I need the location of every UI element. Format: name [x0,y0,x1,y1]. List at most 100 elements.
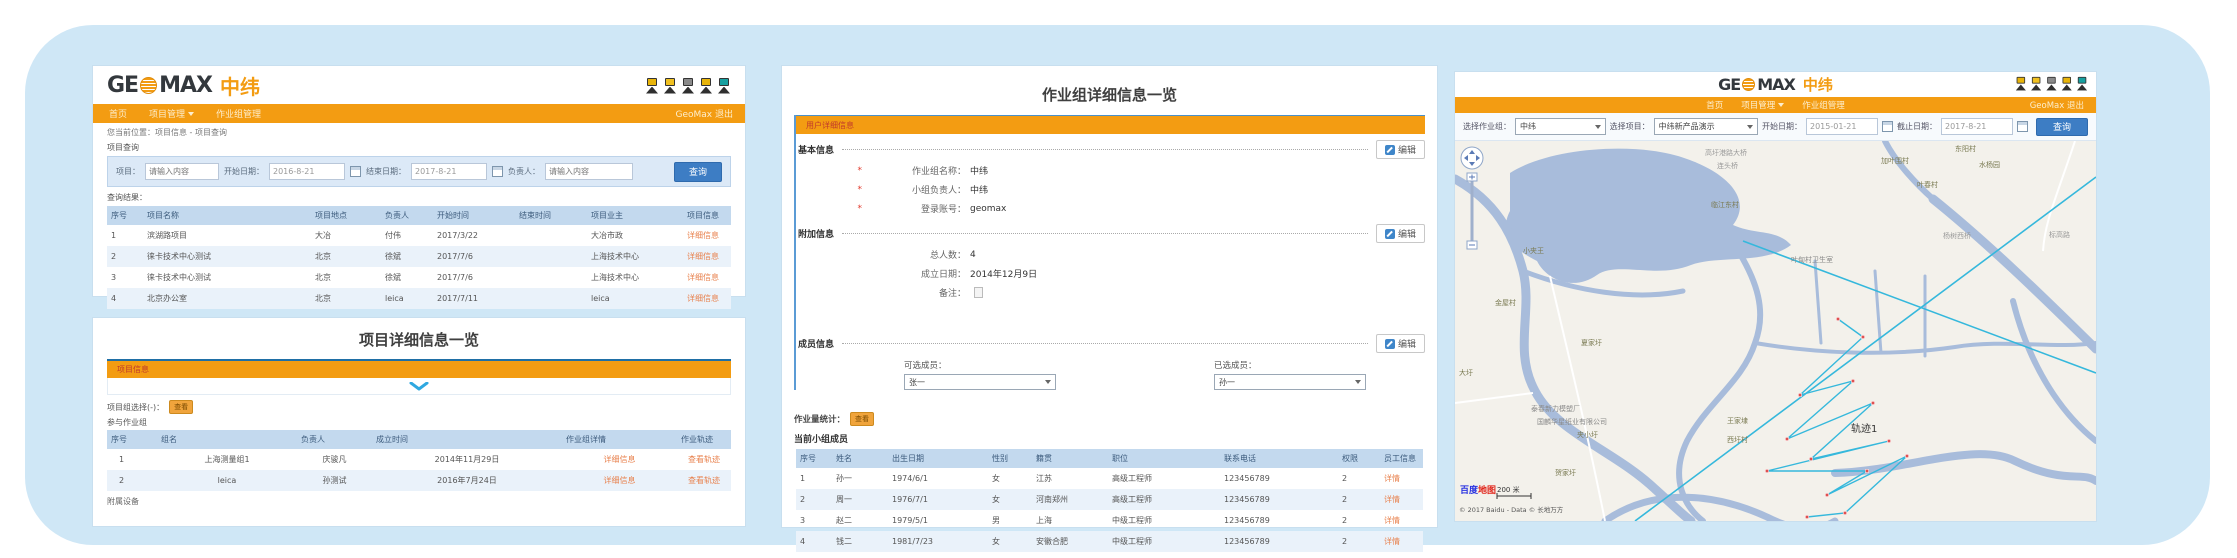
project-label: 项目： [116,166,140,177]
pencil-icon [1385,145,1395,155]
track-point-marker[interactable] [1843,511,1846,514]
calendar-icon[interactable] [492,166,503,177]
column-header: 结束时间 [515,206,587,225]
table-cell: 大冶 [311,225,381,246]
field-row: *小组负责人：中纬 [854,180,1425,199]
table-link[interactable]: 详细信息 [604,476,636,485]
track-point-marker[interactable] [1871,401,1874,404]
nav-home[interactable]: 首页 [1706,99,1723,111]
table-cell: 1 [107,449,157,470]
table-cell: 大冶市政 [587,225,683,246]
table-cell: 男 [988,510,1032,531]
table-link[interactable]: 详细信息 [687,231,719,240]
chevron-down-icon [1778,103,1784,107]
table-link[interactable]: 详情 [1384,516,1400,525]
end-date-input[interactable] [1941,118,2013,135]
project-info-band: 项目信息 [107,359,731,378]
column-header: 作业轨迹 [677,430,731,449]
edit-basic-button[interactable]: 编辑 [1376,140,1425,159]
collapse-toggle[interactable] [107,378,731,395]
project-name-input[interactable] [145,163,219,180]
table-cell: 详细信息 [683,288,731,309]
track-point-marker[interactable] [1887,439,1890,442]
note-box [974,287,983,298]
table-link[interactable]: 详情 [1384,537,1400,546]
workload-view-button[interactable]: 查看 [850,412,874,426]
owner-input[interactable] [545,163,633,180]
start-date-input[interactable] [269,163,345,180]
panel-project-detail: 项目详细信息一览 项目信息 项目组选择(-)： 查看 参与作业组 序号组名负责人… [93,318,745,526]
track-point-marker[interactable] [1805,515,1808,518]
nav-workgroup-management[interactable]: 作业组管理 [1802,99,1845,111]
table-cell: 详细信息 [683,267,731,288]
nav-project-management[interactable]: 项目管理 [149,107,194,120]
panel-workgroup-detail: 作业组详细信息一览 用户详细信息 基本信息 编辑 *作业组名称：中纬*小组负责人… [782,66,1437,527]
group-filter-select[interactable]: 中纬 [1515,118,1606,135]
table-link[interactable]: 详细信息 [687,273,719,282]
selected-members-select[interactable]: 孙一 [1214,374,1366,390]
map-search-button[interactable]: 查询 [2036,118,2088,136]
calendar-icon[interactable] [2017,121,2028,132]
table-link[interactable]: 详情 [1384,474,1400,483]
table-cell: 2016年7月24日 [372,470,562,491]
app-header: GE MAX 中纬 [93,66,745,104]
logo-text-max: MAX [159,73,212,98]
level-icon [699,77,713,94]
start-date-input[interactable] [1806,118,1878,135]
edit-members-button[interactable]: 编辑 [1376,334,1425,353]
nav-home[interactable]: 首页 [109,107,127,120]
table-cell: 123456789 [1220,510,1338,531]
logo-text-cn: 中纬 [1803,74,1833,95]
end-date-input[interactable] [411,163,487,180]
table-cell: 江苏 [1032,468,1108,489]
track-point-marker[interactable] [1809,457,1812,460]
table-link[interactable]: 详细信息 [687,252,719,261]
table-row: 4钱二1981/7/23女安徽合肥中级工程师1234567892详情 [796,531,1423,552]
table-link[interactable]: 查看轨迹 [688,455,720,464]
calendar-icon[interactable] [1882,121,1893,132]
group-filter-value: 中纬 [1520,121,1536,132]
track-point-marker[interactable] [1825,493,1828,496]
group-select-button[interactable]: 查看 [169,400,193,414]
nav-project-management-label: 项目管理 [149,107,185,120]
track-point-marker[interactable] [1765,469,1768,472]
screenshot-stage: GE MAX 中纬 首页 项目管理 作业组管理 GeoMax 退出 您当前位置：… [0,0,2237,558]
table-cell: 中级工程师 [1108,531,1220,552]
table-cell: 北京 [311,267,381,288]
logout-link[interactable]: GeoMax 退出 [2030,99,2084,111]
project-filter-select[interactable]: 中纬新产品演示 [1654,118,1758,135]
chevron-down-icon [1355,380,1361,384]
track-point-marker[interactable] [1865,469,1868,472]
track-point-marker[interactable] [1861,335,1864,338]
calendar-icon[interactable] [350,166,361,177]
track-point-marker[interactable] [1851,379,1854,382]
pencil-icon [1385,229,1395,239]
table-cell: 1979/5/1 [888,510,988,531]
table-cell: 上海技术中心 [587,246,683,267]
map-canvas[interactable]: 高圩港路大桥连头桥临江东村加叶围村东阳村水杨园叶春村杨树西桥标高路小夹王金屋村夏… [1455,141,2096,521]
available-members-select[interactable]: 张一 [904,374,1056,390]
table-link[interactable]: 详细信息 [687,294,719,303]
track-point-marker[interactable] [1905,454,1908,457]
logout-link[interactable]: GeoMax 退出 [676,107,734,120]
table-row: 1孙一1974/6/1女江苏高级工程师1234567892详情 [796,468,1423,489]
results-label: 查询结果： [93,187,745,206]
track-point-marker[interactable] [1836,317,1839,320]
table-cell: 中级工程师 [1108,510,1220,531]
table-link[interactable]: 详细信息 [604,455,636,464]
extra-fields: 总人数：4成立日期：2014年12月9日备注： [854,245,1425,302]
table-cell: 徐斌 [381,246,433,267]
track-point-marker[interactable] [1798,393,1801,396]
nav-project-management[interactable]: 项目管理 [1741,99,1784,111]
table-link[interactable]: 查看轨迹 [688,476,720,485]
table-cell: 详细信息 [683,246,731,267]
table-link[interactable]: 详情 [1384,495,1400,504]
edit-label: 编辑 [1398,143,1416,156]
track-point-marker[interactable] [1785,437,1788,440]
nav-workgroup-management[interactable]: 作业组管理 [216,107,261,120]
map-place-label: 贺家圩 [1555,468,1576,477]
search-button[interactable]: 查询 [674,162,722,182]
map-pan-control[interactable] [1461,147,1483,169]
edit-extra-button[interactable]: 编辑 [1376,224,1425,243]
column-header: 组名 [157,430,297,449]
